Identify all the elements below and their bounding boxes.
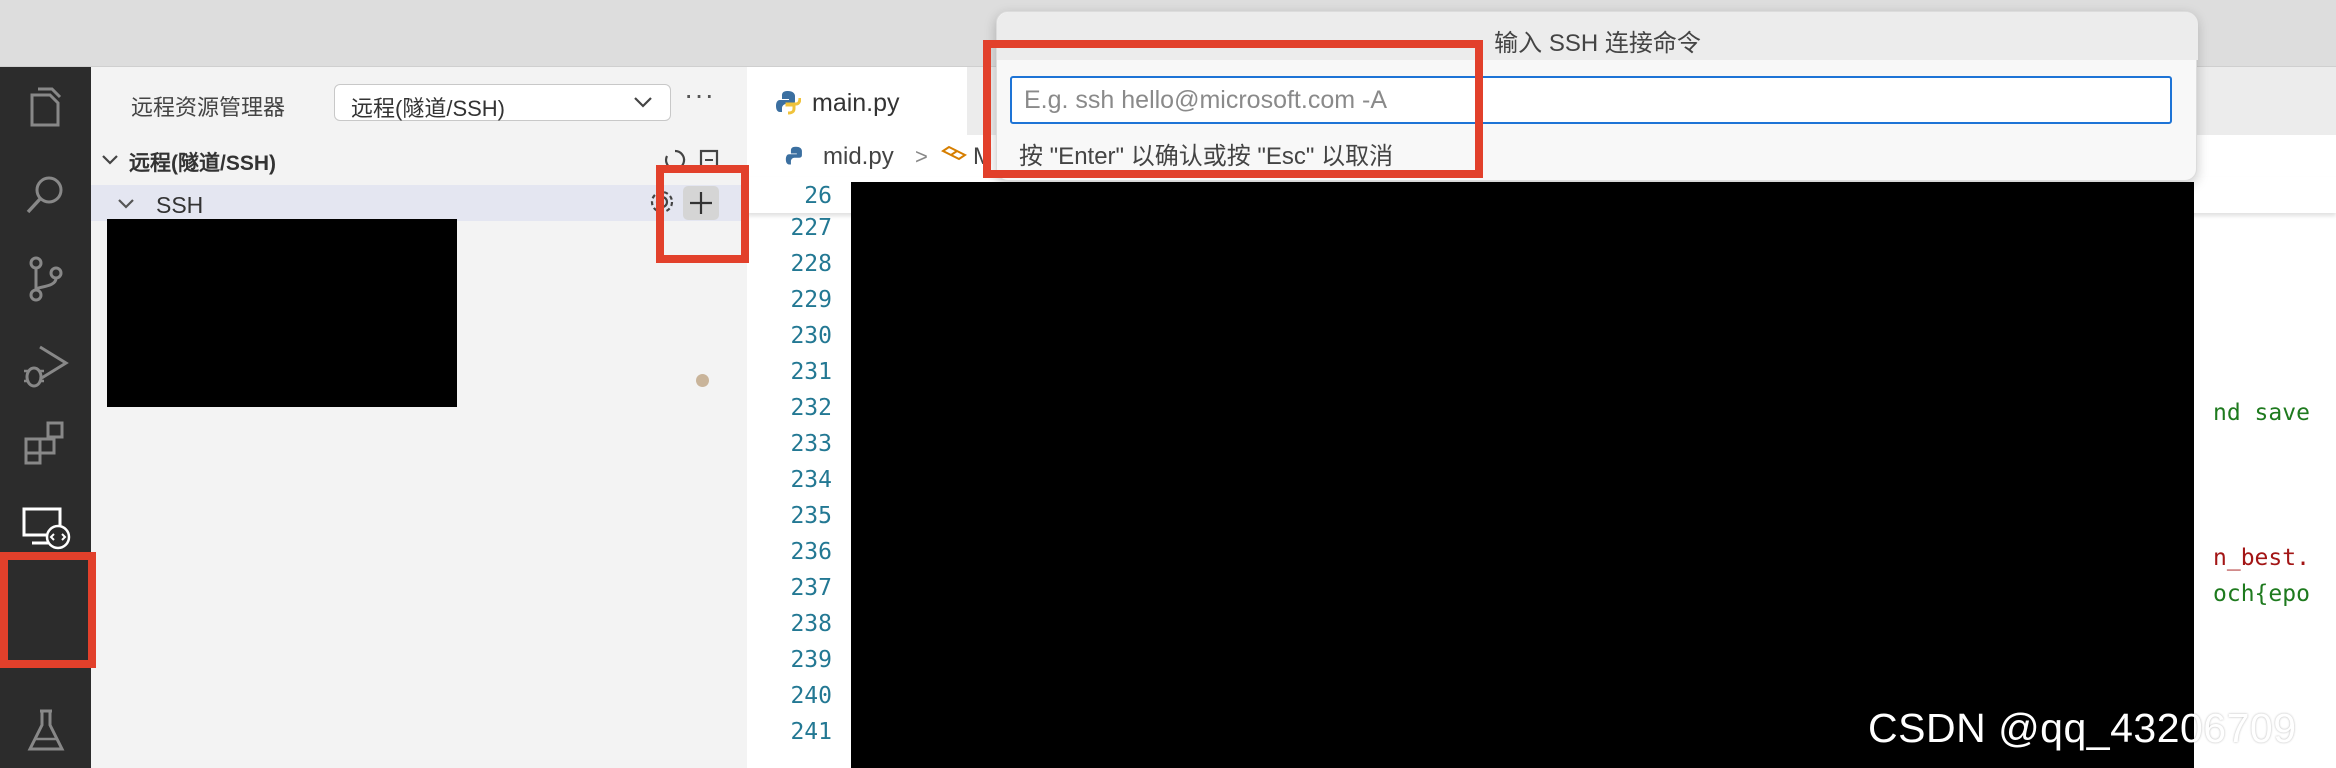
python-file-icon [785,145,807,172]
line-number: 241 [790,719,832,745]
line-number: 238 [790,611,832,637]
search-icon [26,176,62,214]
testing-icon [27,709,64,751]
section-title: 远程(隧道/SSH) [129,152,276,175]
status-dot [696,374,709,387]
tab-main-py[interactable]: main.py [747,67,967,135]
line-number: 240 [790,683,832,709]
line-number: 231 [790,359,832,385]
line-number: 229 [790,287,832,313]
line-number: 227 [790,215,832,241]
redacted-code [851,182,2194,768]
chevron-down-icon [630,89,656,121]
line-number: 26 [804,183,832,209]
line-number: 239 [790,647,832,673]
line-number: 235 [790,503,832,529]
watermark: CSDN @qq_43206709 [1868,705,2297,751]
activity-search[interactable] [0,153,91,237]
remote-type-select[interactable]: 远程(隧道/SSH) [334,84,671,121]
code-fragment: och{epo [2213,581,2310,607]
breadcrumb-separator: > [915,144,928,169]
code-fragment: n_best. [2213,545,2310,571]
line-number: 234 [790,467,832,493]
line-number: 230 [790,323,832,349]
tab-label: main.py [812,89,900,117]
chevron-down-icon [99,149,121,176]
run-debug-icon [23,345,69,388]
line-number: 236 [790,539,832,565]
highlight-add-ssh [656,165,749,263]
highlight-ssh-input [983,40,1483,178]
activity-extensions[interactable] [0,399,91,483]
activity-testing[interactable] [0,689,91,768]
activity-explorer[interactable] [0,67,91,151]
ssh-label: SSH [156,192,204,218]
ssh-tree-item[interactable]: SSH [91,185,747,221]
line-number: 237 [790,575,832,601]
python-file-icon [775,89,802,120]
remote-explorer-sidebar: 远程资源管理器 远程(隧道/SSH) ··· 远程(隧道/SSH) SSH [91,67,747,768]
activity-source-control[interactable] [0,237,91,321]
remote-type-select-value: 远程(隧道/SSH) [351,96,506,121]
breadcrumb-file[interactable]: mid.py [823,143,894,171]
line-number: 232 [790,395,832,421]
sidebar-title: 远程资源管理器 [131,95,286,120]
section-header-remote[interactable]: 远程(隧道/SSH) [91,143,747,177]
line-number: 233 [790,431,832,457]
code-fragment: nd save [2213,400,2310,426]
highlight-remote-explorer [0,552,96,668]
redacted-region [107,219,457,407]
remote-explorer-icon [22,507,70,550]
more-actions-button[interactable]: ··· [684,79,715,111]
symbol-icon [940,145,968,174]
explorer-icon [30,87,61,127]
extensions-icon [24,421,63,465]
activity-run-debug[interactable] [0,323,91,407]
chevron-down-icon [115,193,137,220]
source-control-icon [29,256,62,302]
line-number: 228 [790,251,832,277]
